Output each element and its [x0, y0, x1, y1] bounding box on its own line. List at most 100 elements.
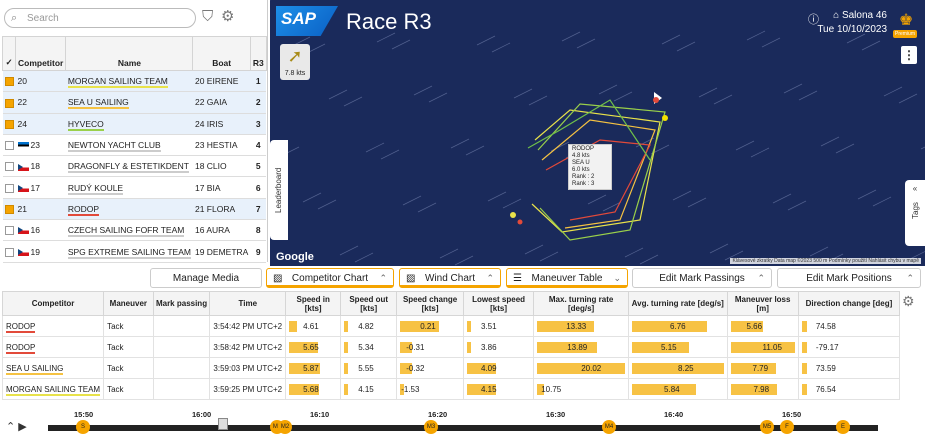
timeline-mark[interactable]: E: [836, 420, 850, 434]
maneuver-table-button[interactable]: ☰ Maneuver Table ⌄: [506, 268, 628, 288]
competitor-chart-button[interactable]: ▨ Competitor Chart ⌃: [266, 268, 394, 288]
competitor-name[interactable]: MORGAN SAILING TEAM: [65, 70, 193, 93]
maneuver-speed_change: -1.53: [396, 378, 464, 400]
competitor-row[interactable]: 19 SPG EXTREME SAILING TEAM 19 DEMETRA 9: [2, 240, 267, 263]
chevron-up-icon: ⌃: [379, 273, 387, 283]
competitor-row[interactable]: 21 RODOP 21 FLORA 7: [2, 198, 267, 221]
maneuver-speed_change: 0.21: [396, 315, 464, 337]
play-controls[interactable]: ⌃ ▶: [6, 420, 27, 433]
maneuver-row[interactable]: RODOP Tack 3:58:42 PM UTC+2 5.65 5.34 -0.31…: [1, 336, 901, 358]
filter-icon[interactable]: ⛉: [202, 8, 213, 25]
maneuver-time: 3:59:03 PM UTC+2: [209, 357, 287, 379]
collapse-left-icon[interactable]: «: [276, 148, 282, 160]
gear-icon[interactable]: ⚙: [221, 7, 234, 25]
boat-info-popup[interactable]: RODOP 4.8 kts SEA U 6.0 kts Rank : 2 Ran…: [568, 144, 612, 190]
maneuver-speed_in: 4.61: [285, 315, 342, 337]
row-checkbox[interactable]: [2, 198, 16, 221]
competitor-row[interactable]: 17 RUDÝ KOULE 17 BIA 6: [2, 176, 267, 199]
col-check[interactable]: ✓: [2, 36, 16, 71]
maneuver-avg_turn: 6.76: [628, 315, 728, 337]
maneuver-col-header[interactable]: Direction change [deg]: [797, 291, 901, 316]
row-checkbox[interactable]: [2, 176, 16, 199]
maneuver-col-header[interactable]: Speed change [kts]: [396, 291, 464, 316]
timeline-mark[interactable]: S: [76, 420, 90, 434]
mark-passing: [152, 315, 211, 337]
maneuver-avg_turn: 8.25: [628, 357, 728, 379]
row-checkbox[interactable]: [2, 91, 16, 114]
competitor-name[interactable]: RUDÝ KOULE: [65, 176, 193, 199]
maneuver-row[interactable]: RODOP Tack 3:54:42 PM UTC+2 4.61 4.82 0.21 3…: [1, 315, 901, 337]
collapse-icon[interactable]: ⌃: [6, 421, 15, 433]
maneuver-col-header[interactable]: Maneuver: [103, 291, 154, 316]
edit-mark-positions-button[interactable]: Edit Mark Positions ⌃: [777, 268, 921, 288]
maneuver-speed_in: 5.87: [285, 357, 342, 379]
play-icon[interactable]: ▶: [18, 421, 26, 433]
timeline-mark[interactable]: M2: [278, 420, 292, 434]
premium-badge: Premium: [892, 30, 917, 38]
manage-media-button[interactable]: Manage Media: [150, 268, 262, 288]
race-rank: 9: [250, 240, 267, 263]
tags-tab[interactable]: « Tags: [905, 180, 925, 246]
maneuver-col-header[interactable]: Avg. turning rate [deg/s]: [628, 291, 728, 316]
wind-chart-button[interactable]: ▨ Wind Chart ⌃: [399, 268, 501, 288]
row-checkbox[interactable]: [2, 240, 16, 263]
competitor-name[interactable]: HYVECO: [65, 113, 193, 135]
competitor-row[interactable]: 22 SEA U SAILING 22 GAIA 2: [2, 91, 267, 114]
competitor-name[interactable]: RODOP: [65, 198, 193, 221]
maneuver-speed_out: 5.34: [340, 336, 398, 358]
search-input[interactable]: ⌕ Search: [4, 8, 196, 28]
sail-number: 17: [15, 176, 66, 199]
maneuver-avg_turn: 5.84: [628, 378, 728, 400]
race-rank: 3: [250, 113, 267, 135]
competitor-name[interactable]: DRAGONFLY & ESTETIKDENT: [65, 155, 193, 178]
timeline-slider-handle[interactable]: [218, 418, 228, 430]
timeline-mark[interactable]: F: [780, 420, 794, 434]
maneuver-col-header[interactable]: Maneuver loss [m]: [726, 291, 799, 316]
maneuver-col-header[interactable]: Competitor: [1, 291, 105, 316]
maneuver-competitor: SEA U SAILING: [1, 357, 105, 379]
maneuver-col-header[interactable]: Lowest speed [kts]: [462, 291, 535, 316]
maneuver-col-header[interactable]: Max. turning rate [deg/s]: [533, 291, 630, 316]
col-boat[interactable]: Boat: [192, 36, 251, 71]
timeline-mark[interactable]: M3: [424, 420, 438, 434]
row-checkbox[interactable]: [2, 219, 16, 242]
maneuver-col-header[interactable]: Speed out [kts]: [340, 291, 398, 316]
maneuver-row[interactable]: SEA U SAILING Tack 3:59:03 PM UTC+2 5.87 5…: [1, 357, 901, 379]
col-name[interactable]: Name: [65, 36, 194, 71]
competitor-row[interactable]: 16 CZECH SAILING FOFR TEAM 16 AURA 8: [2, 219, 267, 242]
maneuver-type: Tack: [103, 378, 154, 400]
maneuver-col-header[interactable]: Speed in [kts]: [285, 291, 342, 316]
competitor-row[interactable]: 23 NEWTON YACHT CLUB 23 HESTIA 4: [2, 134, 267, 157]
maneuver-row[interactable]: MORGAN SAILING TEAM Tack 3:59:25 PM UTC+…: [1, 378, 901, 400]
boat-name: 18 CLIO: [192, 155, 251, 178]
boat-label-name: RODOP: [572, 146, 595, 152]
row-checkbox[interactable]: [2, 113, 16, 135]
competitor-row[interactable]: 18 DRAGONFLY & ESTETIKDENT 18 CLIO 5: [2, 155, 267, 178]
maneuver-col-header[interactable]: Time: [209, 291, 287, 316]
timeline-mark[interactable]: M5: [760, 420, 774, 434]
gear-icon[interactable]: ⚙: [902, 293, 915, 310]
col-competitor[interactable]: Competitor: [14, 36, 67, 71]
race-map[interactable]: SAP Race R3 ⓘ ⌂ Salona 46 Tue 10/10/2023…: [270, 0, 925, 266]
competitor-name[interactable]: CZECH SAILING FOFR TEAM: [65, 219, 193, 242]
competitor-row[interactable]: 24 HYVECO 24 IRIS 3: [2, 113, 267, 135]
boat-label-rank: Rank : 3: [572, 181, 595, 187]
maneuver-table: Competitor Maneuver Mark passing Time Speed …: [1, 291, 901, 400]
race-rank: 5: [250, 155, 267, 178]
home-icon: ⌂: [833, 10, 842, 21]
competitor-name[interactable]: NEWTON YACHT CLUB: [65, 134, 193, 157]
more-menu-icon[interactable]: ⋮: [901, 46, 917, 64]
edit-mark-passings-button[interactable]: Edit Mark Passings ⌃: [632, 268, 772, 288]
col-race[interactable]: R3: [249, 36, 267, 71]
competitor-name[interactable]: SPG EXTREME SAILING TEAM: [65, 240, 193, 263]
maneuver-competitor: MORGAN SAILING TEAM: [1, 378, 105, 400]
competitor-row[interactable]: 20 MORGAN SAILING TEAM 20 EIRENE 1: [2, 70, 267, 93]
timeline-bar[interactable]: [48, 425, 878, 431]
competitor-name[interactable]: SEA U SAILING: [65, 91, 193, 114]
row-checkbox[interactable]: [2, 155, 16, 178]
timeline-mark[interactable]: M4: [602, 420, 616, 434]
row-checkbox[interactable]: [2, 134, 16, 157]
race-timeline[interactable]: ⌃ ▶ 15:50 16:00 16:10 16:20 16:30 16:40 16:50 …: [0, 404, 927, 438]
maneuver-col-header[interactable]: Mark passing: [152, 291, 211, 316]
row-checkbox[interactable]: [2, 70, 16, 93]
